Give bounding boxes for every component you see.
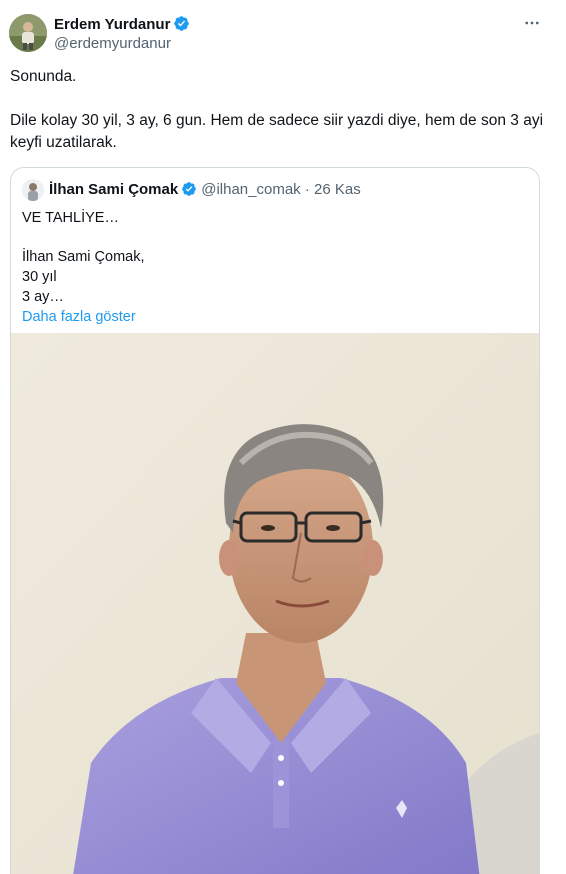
author-name-text[interactable]: Erdem Yurdanur [54,16,170,33]
quoted-line-4: 3 ay… [22,289,64,305]
quoted-line-1: VE TAHLİYE… [22,210,119,226]
more-icon [523,16,541,36]
verified-badge-icon [173,15,190,37]
quoted-tweet-header: İlhan Sami Çomak @ilhan_comak · 26 Kas [49,181,361,202]
author-avatar[interactable] [9,14,47,52]
tweet-text: Sonunda. Dile kolay 30 yil, 3 ay, 6 gun.… [10,66,545,154]
tweet-page: Erdem Yurdanur @erdemyurdanur Sonunda. D… [0,0,566,874]
author-handle[interactable]: @erdemyurdanur [54,35,171,53]
quoted-author-avatar[interactable] [22,179,44,201]
verified-badge-icon [181,181,197,202]
quoted-author-name[interactable]: İlhan Sami Çomak [49,181,178,198]
quoted-line-3: 30 yıl [22,269,57,285]
quoted-tweet-photo[interactable] [11,333,539,874]
quoted-tweet-meta[interactable]: @ilhan_comak · 26 Kas [201,181,360,198]
quoted-line-2: İlhan Sami Çomak, [22,249,145,265]
more-options-button[interactable] [520,14,544,34]
tweet-text-line1: Sonunda. [10,68,77,85]
tweet-text-line2: Dile kolay 30 yil, 3 ay, 6 gun. Hem de s… [10,112,544,151]
author-name[interactable]: Erdem Yurdanur [54,15,190,37]
quoted-tweet-text: VE TAHLİYE… İlhan Sami Çomak, 30 yıl 3 a… [22,208,522,327]
show-more-link[interactable]: Daha fazla göster [22,307,522,327]
quoted-tweet-card[interactable]: İlhan Sami Çomak @ilhan_comak · 26 Kas V… [10,167,540,874]
